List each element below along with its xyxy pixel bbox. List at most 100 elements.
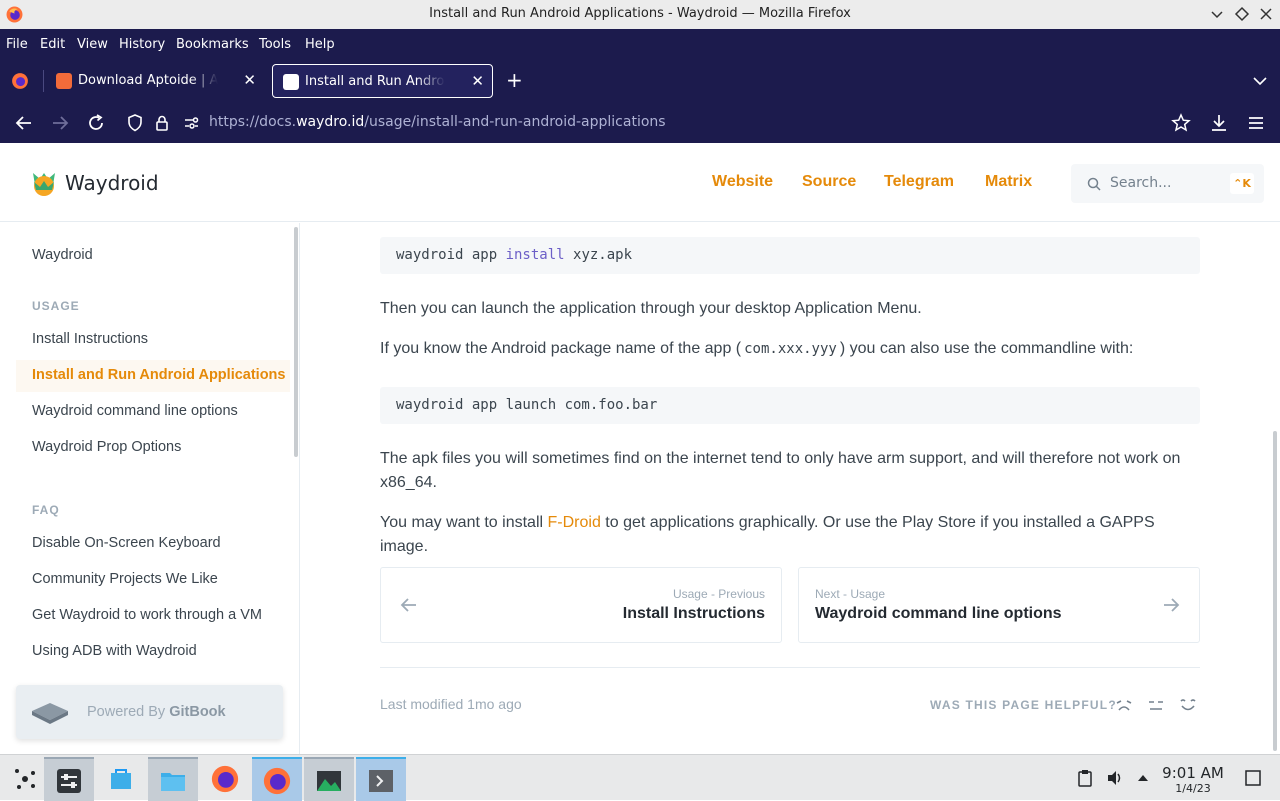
clipboard-icon[interactable] (1076, 769, 1094, 787)
next-page-card[interactable]: Next - Usage Waydroid command line optio… (798, 567, 1200, 643)
next-label: Next - Usage (815, 587, 886, 601)
sidebar-item-prop-options[interactable]: Waydroid Prop Options (32, 439, 181, 455)
next-title: Waydroid command line options (815, 605, 1062, 622)
navigation-bar: https://docs.waydro.id/usage/install-and… (0, 102, 1280, 143)
minimize-icon[interactable] (1208, 5, 1226, 23)
inline-code: com.xxx.yyy (744, 341, 837, 357)
page-favicon-icon (283, 74, 299, 90)
menu-history[interactable]: History (119, 37, 165, 52)
previous-page-card[interactable]: Usage - Previous Install Instructions (380, 567, 782, 643)
menu-help[interactable]: Help (305, 37, 335, 52)
helpful-prompt: WAS THIS PAGE HELPFUL? (930, 698, 1117, 712)
taskbar-discover[interactable] (96, 757, 146, 801)
site-header: Waydroid Website Source Telegram Matrix … (0, 143, 1280, 222)
search-input[interactable]: Search... ⌃K (1071, 164, 1264, 203)
clock-date[interactable]: 1/4/23 (1160, 782, 1226, 795)
previous-label: Usage - Previous (672, 587, 765, 601)
waydroid-logo-icon[interactable] (30, 167, 58, 197)
sidebar-item-vm[interactable]: Get Waydroid to work through a VM (32, 607, 262, 623)
aptoide-favicon-icon (56, 73, 72, 89)
app-launcher[interactable] (0, 757, 50, 801)
taskbar-firefox[interactable] (200, 757, 250, 801)
launcher-icon (15, 769, 35, 789)
list-tabs-icon[interactable] (1252, 74, 1268, 88)
last-modified: Last modified 1mo ago (380, 696, 522, 712)
header-link-telegram[interactable]: Telegram (884, 173, 954, 191)
lock-icon[interactable] (151, 112, 173, 134)
search-icon (1087, 177, 1101, 191)
fdroid-link[interactable]: F-Droid (548, 514, 601, 531)
arrow-right-icon (1164, 598, 1180, 612)
search-placeholder: Search... (1110, 175, 1172, 191)
sidebar-item-command-line[interactable]: Waydroid command line options (32, 403, 238, 419)
image-viewer-icon (317, 771, 341, 791)
code-text: waydroid app (396, 247, 506, 263)
paragraph-arm-support: The apk files you will sometimes find on… (380, 450, 1181, 491)
sidebar-item-community-projects[interactable]: Community Projects We Like (32, 571, 218, 587)
tab-waydroid[interactable]: Install and Run Android Applications ✕ (272, 64, 493, 98)
powered-by-gitbook[interactable]: Powered By GitBook (16, 685, 283, 739)
menu-edit[interactable]: Edit (40, 37, 65, 52)
tab-close-icon[interactable]: ✕ (243, 71, 256, 89)
taskbar-system-settings[interactable] (44, 757, 94, 801)
site-brand[interactable]: Waydroid (65, 171, 159, 195)
para-text: ) you can also use the commandline with: (839, 340, 1134, 357)
bookmark-star-icon[interactable] (1170, 112, 1192, 134)
paragraph-launch: Then you can launch the application thro… (380, 300, 922, 317)
taskbar-file-manager[interactable] (148, 757, 198, 801)
header-link-website[interactable]: Website (712, 173, 773, 191)
hamburger-menu-icon[interactable] (1245, 112, 1267, 134)
show-desktop-icon[interactable] (1244, 769, 1262, 787)
reload-icon[interactable] (85, 112, 107, 134)
previous-title: Install Instructions (622, 605, 765, 622)
menu-tools[interactable]: Tools (259, 37, 291, 52)
neutral-face-icon[interactable] (1146, 695, 1166, 715)
sad-face-icon[interactable] (1114, 695, 1134, 715)
taskbar-image-viewer[interactable] (304, 757, 354, 801)
gitbook-icon (32, 703, 68, 724)
taskbar-terminal[interactable] (356, 757, 406, 801)
tab-aptoide[interactable]: Download Aptoide | Aptoide ✕ (46, 64, 264, 98)
sidebar-item-disable-keyboard[interactable]: Disable On-Screen Keyboard (32, 535, 221, 551)
volume-icon[interactable] (1106, 769, 1124, 787)
code-block-launch: waydroid app launch com.foo.bar (380, 387, 1200, 424)
downloads-icon[interactable] (1208, 112, 1230, 134)
page-scrollbar[interactable] (1273, 431, 1277, 751)
sidebar-scrollbar[interactable] (294, 227, 298, 457)
tab-strip: Download Aptoide | Aptoide ✕ Install and… (0, 60, 1280, 102)
permissions-icon[interactable] (180, 112, 202, 134)
sidebar-item-waydroid[interactable]: Waydroid (32, 247, 93, 263)
sidebar-item-install-instructions[interactable]: Install Instructions (32, 331, 148, 347)
search-shortcut: ⌃K (1230, 173, 1254, 194)
menu-file[interactable]: File (6, 37, 28, 52)
sidebar-item-adb[interactable]: Using ADB with Waydroid (32, 643, 197, 659)
menu-bookmarks[interactable]: Bookmarks (176, 37, 249, 52)
close-window-icon[interactable] (1257, 5, 1275, 23)
expand-tray-icon[interactable] (1134, 769, 1152, 787)
tracking-protection-icon[interactable] (124, 112, 146, 134)
happy-face-icon[interactable] (1178, 695, 1198, 715)
maximize-icon[interactable] (1233, 5, 1251, 23)
taskbar-firefox-active[interactable] (252, 757, 302, 801)
tab-close-icon[interactable]: ✕ (471, 72, 484, 90)
window-title: Install and Run Android Applications - W… (429, 6, 851, 21)
header-link-source[interactable]: Source (802, 173, 856, 191)
code-keyword: install (505, 247, 565, 263)
back-icon[interactable] (13, 112, 35, 134)
url-bar[interactable]: https://docs.waydro.id/usage/install-and… (209, 114, 666, 130)
menu-view[interactable]: View (77, 37, 108, 52)
sidebar-section-usage: USAGE (32, 299, 80, 313)
code-text: xyz.apk (564, 247, 633, 263)
header-link-matrix[interactable]: Matrix (985, 173, 1032, 191)
para-text: You may want to install (380, 514, 548, 531)
clock-time[interactable]: 9:01 AM (1160, 764, 1226, 782)
powered-prefix: Powered By (87, 704, 170, 720)
url-prefix: https://docs. (209, 114, 297, 130)
firefox-view-icon[interactable] (11, 72, 29, 90)
sidebar-item-install-run[interactable]: Install and Run Android Applications (32, 367, 285, 383)
powered-brand: GitBook (169, 704, 226, 720)
url-host: waydro.id (296, 114, 365, 130)
new-tab-icon[interactable]: + (506, 68, 523, 92)
sidebar-section-faq: FAQ (32, 503, 60, 517)
forward-icon[interactable] (49, 112, 71, 134)
